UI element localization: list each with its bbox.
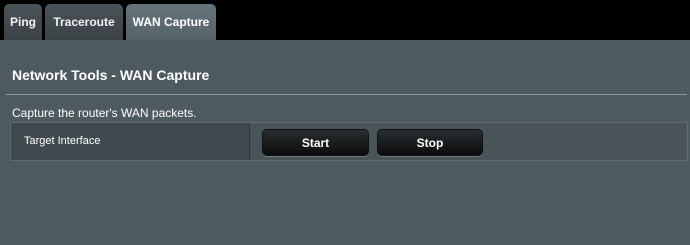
start-button[interactable]: Start: [262, 129, 369, 156]
target-interface-row: Target Interface Start Stop: [10, 122, 688, 161]
tab-bar: Ping Traceroute WAN Capture: [0, 0, 690, 40]
tab-label: Ping: [10, 15, 36, 29]
page-description: Capture the router's WAN packets.: [12, 106, 197, 120]
tab-label: WAN Capture: [132, 15, 210, 29]
content-panel: Network Tools - WAN Capture Capture the …: [0, 40, 690, 245]
divider: [6, 94, 687, 95]
start-button-label: Start: [301, 135, 330, 150]
stop-button[interactable]: Stop: [377, 129, 483, 156]
target-interface-label: Target Interface: [24, 135, 101, 147]
tab-label: Traceroute: [53, 15, 115, 29]
tab-wan-capture[interactable]: WAN Capture: [126, 4, 216, 40]
tab-traceroute[interactable]: Traceroute: [45, 4, 123, 40]
stop-button-label: Stop: [416, 135, 444, 150]
tab-ping[interactable]: Ping: [4, 4, 42, 40]
page-title: Network Tools - WAN Capture: [12, 67, 210, 83]
label-cell: Target Interface: [11, 123, 250, 160]
